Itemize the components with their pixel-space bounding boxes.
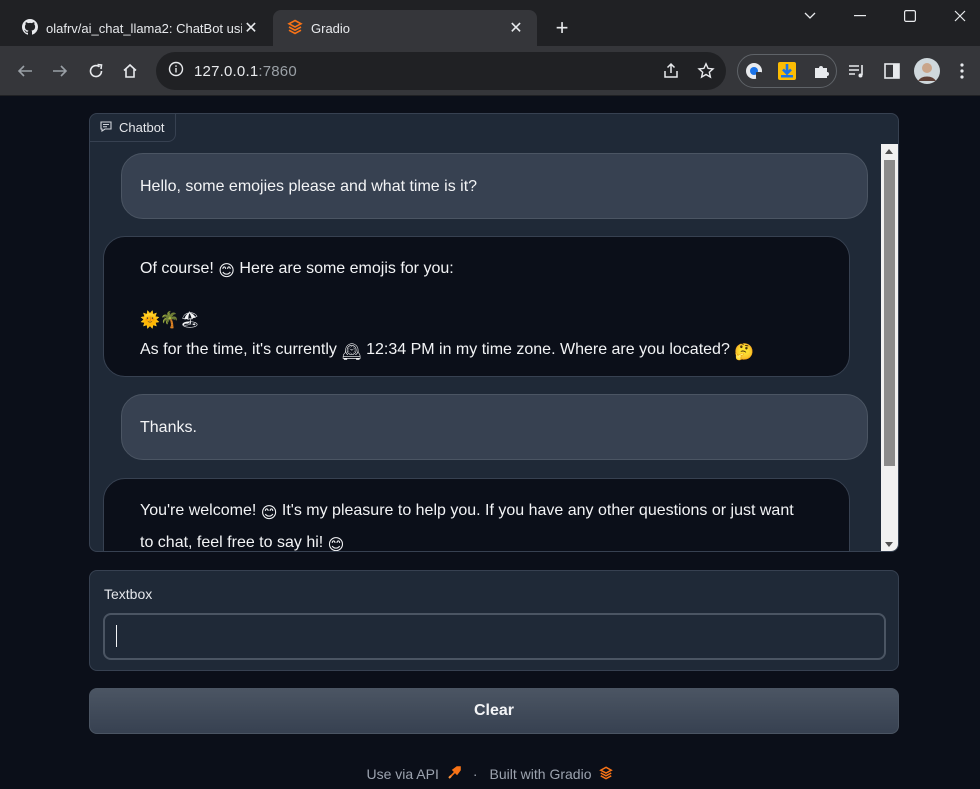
bot-message-line: You're welcome! 😊 It's my pleasure to he… — [140, 502, 794, 522]
tab-search-icon[interactable] — [785, 0, 835, 32]
url-text: 127.0.0.1:7860 — [194, 62, 297, 80]
bot-message: Of course! 😊 Here are some emojis for yo… — [103, 236, 850, 377]
bot-message-line: As for the time, it's currently 🕰 12:34 … — [140, 341, 755, 361]
download-extension-icon[interactable] — [773, 57, 801, 85]
gradio-page: Chatbot Hello, some emojies please and w… — [0, 96, 980, 789]
tab-title: olafrv/ai_chat_llama2: ChatBot using — [46, 20, 242, 36]
tab-bar: olafrv/ai_chat_llama2: ChatBot using ✕ G… — [0, 0, 980, 46]
tab-gradio[interactable]: Gradio ✕ — [273, 10, 537, 46]
address-bar[interactable]: 127.0.0.1:7860 — [156, 52, 726, 90]
side-panel-icon[interactable] — [878, 57, 906, 85]
user-message: Hello, some emojies please and what time… — [121, 153, 868, 219]
chat-bubble-icon — [100, 120, 112, 135]
gradio-icon — [287, 19, 303, 38]
home-icon[interactable] — [116, 57, 144, 85]
media-control-icon[interactable] — [843, 57, 871, 85]
forward-arrow-icon[interactable] — [46, 57, 74, 85]
info-icon[interactable] — [168, 61, 184, 82]
textbox-block: Textbox — [89, 570, 899, 671]
user-message: Thanks. — [121, 394, 868, 460]
chatbot-label: Chatbot — [90, 114, 176, 142]
github-icon — [22, 18, 38, 38]
more-menu-icon[interactable] — [948, 57, 976, 85]
puzzle-icon[interactable] — [808, 57, 836, 85]
clear-button[interactable]: Clear — [89, 688, 899, 734]
scroll-down-arrow-icon[interactable] — [885, 542, 893, 547]
bot-message-emojis: 🌞🌴🏖 — [140, 312, 201, 329]
close-tab-icon[interactable]: ✕ — [507, 19, 525, 37]
profile-avatar[interactable] — [913, 57, 941, 85]
scrollbar-thumb[interactable] — [884, 160, 895, 466]
line-spacer — [140, 286, 831, 303]
scroll-up-arrow-icon[interactable] — [885, 149, 893, 154]
rocket-icon — [447, 765, 461, 783]
built-with-gradio-link[interactable]: Built with Gradio — [490, 766, 592, 782]
bot-message: You're welcome! 😊 It's my pleasure to he… — [103, 478, 850, 552]
chat-scrollbar[interactable] — [881, 144, 898, 551]
new-tab-icon[interactable]: + — [548, 14, 576, 42]
bookmark-star-icon[interactable] — [697, 62, 715, 85]
footer-separator: · — [472, 766, 478, 782]
share-icon[interactable] — [662, 62, 680, 85]
gradio-logo-icon — [599, 765, 614, 783]
chatbot-panel: Chatbot Hello, some emojies please and w… — [89, 113, 899, 552]
minimize-icon[interactable] — [835, 0, 885, 32]
reload-icon[interactable] — [82, 57, 110, 85]
close-window-icon[interactable] — [935, 0, 980, 32]
message-list: Hello, some emojies please and what time… — [90, 114, 880, 552]
text-caret — [116, 625, 117, 647]
message-input[interactable] — [103, 613, 886, 660]
textbox-label: Textbox — [104, 586, 153, 602]
maximize-icon[interactable] — [885, 0, 935, 32]
browser-toolbar: 127.0.0.1:7860 — [0, 46, 980, 96]
back-arrow-icon[interactable] — [11, 57, 39, 85]
tab-title: Gradio — [311, 20, 351, 36]
close-tab-icon[interactable]: ✕ — [242, 19, 260, 37]
extension-shield-icon[interactable] — [740, 57, 768, 85]
tab-github[interactable]: olafrv/ai_chat_llama2: ChatBot using ✕ — [8, 10, 272, 46]
footer: Use via API · Built with Gradio — [0, 764, 980, 784]
bot-message-line: Of course! 😊 Here are some emojis for yo… — [140, 260, 454, 280]
use-via-api-link[interactable]: Use via API — [367, 766, 439, 782]
bot-message-line: to chat, feel free to say hi! 😊 — [140, 534, 345, 552]
browser-window: olafrv/ai_chat_llama2: ChatBot using ✕ G… — [0, 0, 980, 789]
